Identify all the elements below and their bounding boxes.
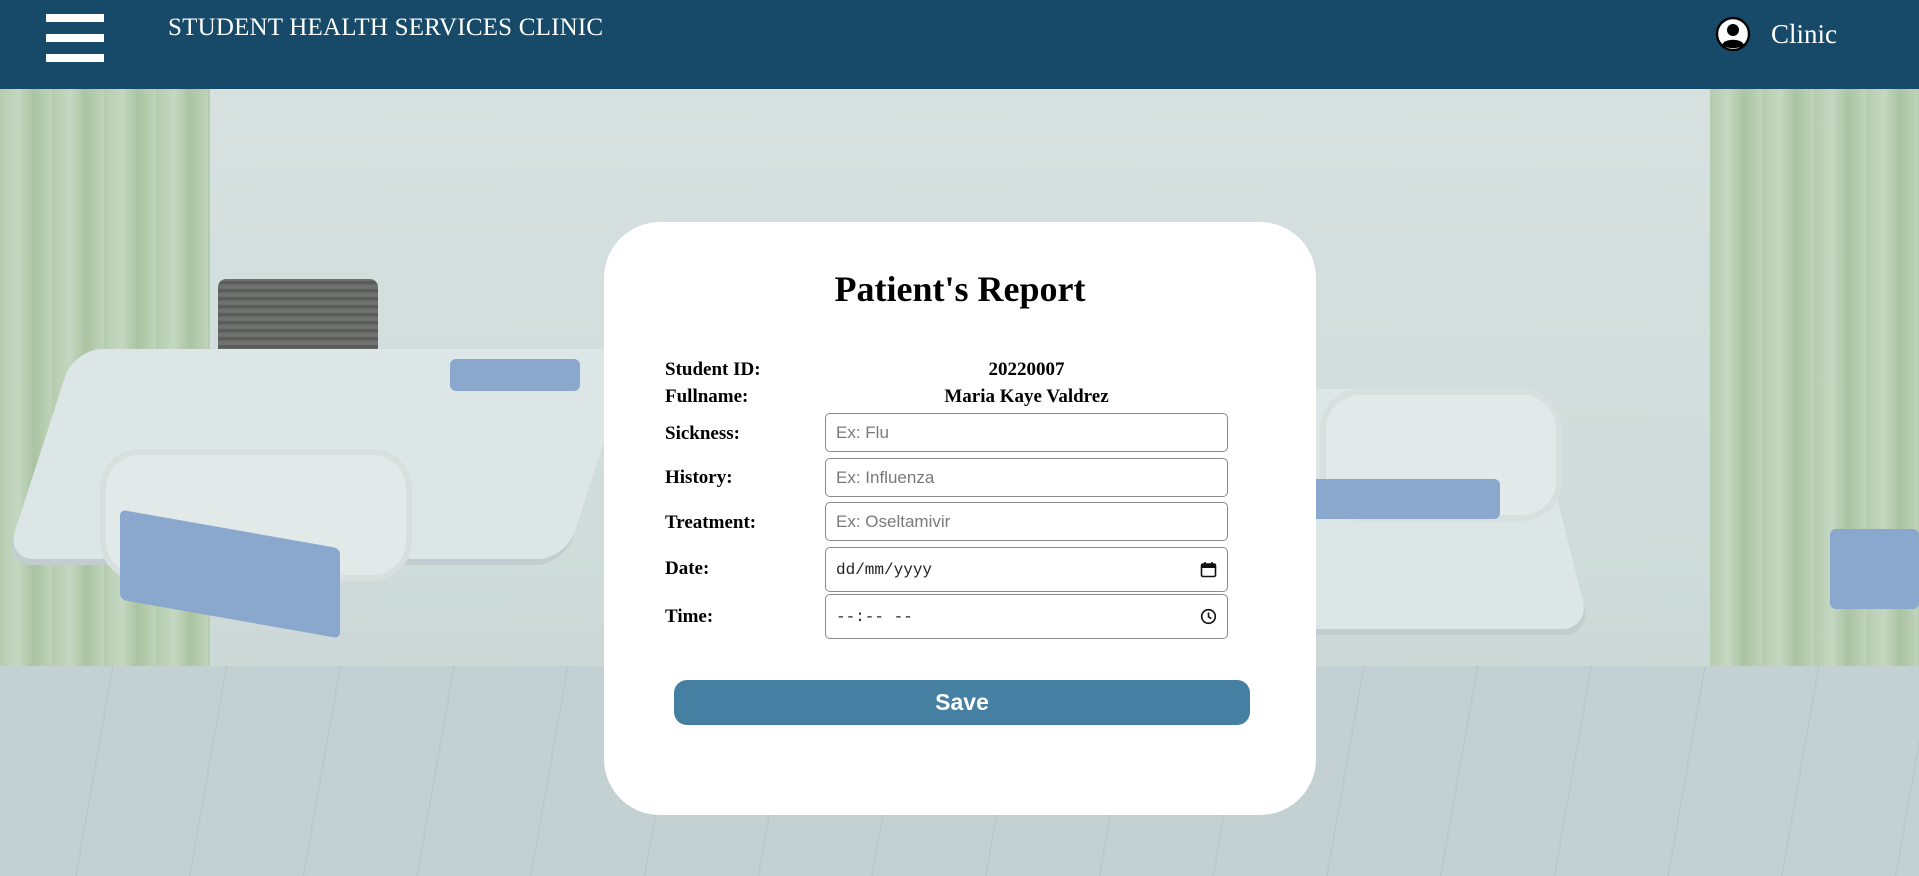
fullname-label: Fullname: (665, 386, 749, 407)
student-id-value: 20220007 (988, 359, 1065, 380)
date-label: Date: (665, 558, 710, 579)
top-navbar: STUDENT HEALTH SERVICES CLINIC Clinic (0, 0, 1919, 89)
page-title: Patient's Report (834, 269, 1086, 309)
user-account-button[interactable]: Clinic (1715, 14, 1837, 54)
patient-report-card: Patient's Report Student ID: 20220007 Fu… (604, 222, 1316, 815)
user-circle-icon (1715, 16, 1751, 52)
app-title: STUDENT HEALTH SERVICES CLINIC (168, 14, 604, 41)
sickness-input[interactable] (825, 413, 1228, 452)
clock-icon[interactable] (1200, 608, 1217, 625)
history-input[interactable] (825, 458, 1228, 497)
save-button[interactable]: Save (674, 680, 1250, 725)
time-label: Time: (665, 606, 714, 627)
treatment-input[interactable] (825, 502, 1228, 541)
time-input-text: --:-- -- (836, 607, 913, 626)
date-input[interactable]: dd/mm/yyyy (825, 547, 1228, 592)
date-input-text: dd/mm/yyyy (836, 560, 933, 579)
calendar-icon[interactable] (1200, 561, 1217, 578)
treatment-label: Treatment: (665, 512, 757, 533)
student-id-label: Student ID: (665, 359, 761, 380)
fullname-value: Maria Kaye Valdrez (944, 386, 1109, 407)
time-input[interactable]: --:-- -- (825, 594, 1228, 639)
history-label: History: (665, 467, 733, 488)
sickness-label: Sickness: (665, 423, 740, 444)
hamburger-menu-icon[interactable] (46, 14, 104, 62)
user-label: Clinic (1771, 18, 1837, 49)
